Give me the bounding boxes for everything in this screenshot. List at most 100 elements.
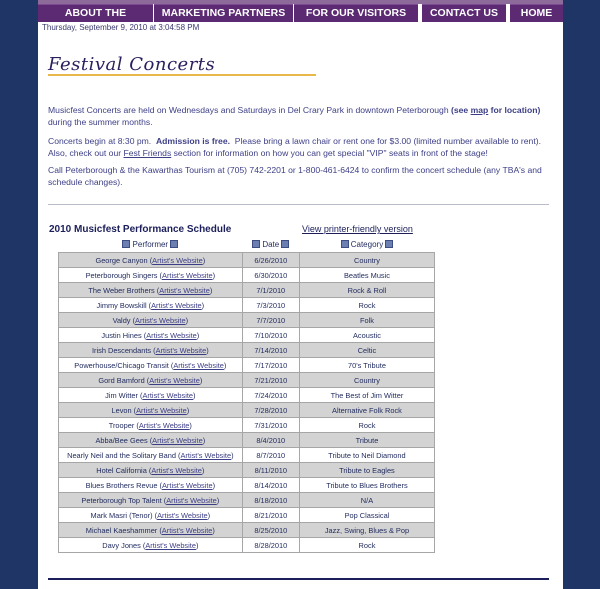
header-category-label: Category: [350, 239, 384, 249]
map-link[interactable]: map: [471, 105, 489, 115]
map-note-prefix: (see: [451, 105, 471, 115]
nav-marketing-partners[interactable]: MARKETING PARTNERS: [154, 4, 293, 22]
table-row: Davy Jones (Artist's Website) 8/28/2010 Ro…: [58, 537, 436, 553]
table-row: Levon (Artist's Website) 7/28/2010 Alterna…: [58, 402, 436, 418]
table-row: Peterborough Singers (Artist's Website) 6…: [58, 267, 436, 283]
nav-contact-us[interactable]: CONTACT US: [422, 4, 506, 22]
date-cell: 8/4/2010: [241, 432, 300, 448]
sort-up-icon[interactable]: [252, 240, 261, 249]
category-cell: Tribute: [298, 432, 436, 448]
table-row: Jimmy Bowskill (Artist's Website) 7/3/201…: [58, 297, 436, 313]
table-row: Mark Masri (Tenor) (Artist's Website) 8/2…: [58, 507, 436, 523]
artist-website-link[interactable]: Artist's Website: [181, 451, 232, 460]
table-row: Justin Hines (Artist's Website) 7/10/2010…: [58, 327, 436, 343]
performer-cell: Abba/Bee Gees (Artist's Website): [58, 432, 243, 448]
artist-website-link[interactable]: Artist's Website: [157, 511, 208, 520]
table-row: Trooper (Artist's Website) 7/31/2010 Rock: [58, 417, 436, 433]
date-cell: 8/28/2010: [241, 537, 300, 553]
intro-paragraph-3: Call Peterborough & the Kawarthas Touris…: [48, 164, 553, 188]
performer-cell: Davy Jones (Artist's Website): [58, 537, 243, 553]
intro-paragraph-1: Musicfest Concerts are held on Wednesday…: [48, 104, 553, 128]
artist-website-link[interactable]: Artist's Website: [142, 391, 193, 400]
category-cell: The Best of Jim Witter: [298, 387, 436, 403]
category-cell: Rock: [298, 297, 436, 313]
category-cell: Tribute to Neil Diamond: [298, 447, 436, 463]
performer-name: Nearly Neil and the Solitary Band: [67, 450, 176, 460]
category-cell: Beatles Music: [298, 267, 436, 283]
artist-website-link[interactable]: Artist's Website: [156, 346, 207, 355]
performer-name: Valdy: [112, 315, 131, 325]
table-row: Abba/Bee Gees (Artist's Website) 8/4/2010…: [58, 432, 436, 448]
date-cell: 8/25/2010: [241, 522, 300, 538]
artist-website-link[interactable]: Artist's Website: [151, 301, 202, 310]
map-note: (see map for location): [451, 105, 540, 115]
header-category[interactable]: Category: [299, 236, 435, 253]
date-cell: 7/14/2010: [241, 342, 300, 358]
artist-website-link[interactable]: Artist's Website: [166, 496, 217, 505]
table-row: Peterborough Top Talent (Artist's Websit…: [58, 492, 436, 508]
artist-website-link[interactable]: Artist's Website: [173, 361, 224, 370]
printer-friendly-link[interactable]: View printer-friendly version: [302, 224, 413, 234]
performer-name: Jimmy Bowskill: [96, 300, 147, 310]
artist-website-link[interactable]: Artist's Website: [146, 331, 197, 340]
performer-cell: Powerhouse/Chicago Transit (Artist's Web…: [58, 357, 243, 373]
performer-name: Hotel California: [96, 465, 147, 475]
artist-website-link[interactable]: Artist's Website: [135, 316, 186, 325]
page-content: ABOUT THE MUSICFEST MARKETING PARTNERS F…: [38, 0, 563, 589]
artist-website-link[interactable]: Artist's Website: [162, 481, 213, 490]
sort-up-icon[interactable]: [122, 240, 131, 249]
category-cell: Jazz, Swing, Blues & Pop: [298, 522, 436, 538]
header-date-label: Date: [262, 239, 280, 249]
nav-about[interactable]: ABOUT THE MUSICFEST: [38, 4, 153, 36]
artist-website-link[interactable]: Artist's Website: [145, 541, 196, 550]
table-row: George Canyon (Artist's Website) 6/26/201…: [58, 252, 436, 268]
nav-home[interactable]: HOME: [510, 4, 563, 22]
artist-website-link[interactable]: Artist's Website: [162, 271, 213, 280]
date-cell: 8/7/2010: [241, 447, 300, 463]
category-cell: 70's Tribute: [298, 357, 436, 373]
artist-website-link[interactable]: Artist's Website: [162, 526, 213, 535]
tourism-contact: Call Peterborough & the Kawarthas Touris…: [48, 165, 542, 187]
performer-cell: Hotel California (Artist's Website): [58, 462, 243, 478]
table-row: Gord Bamford (Artist's Website) 7/21/2010…: [58, 372, 436, 388]
artist-website-link[interactable]: Artist's Website: [139, 421, 190, 430]
performer-name: Gord Bamford: [98, 375, 145, 385]
nav-for-our-visitors[interactable]: FOR OUR VISITORS: [294, 4, 418, 22]
performer-name: Abba/Bee Gees: [95, 435, 148, 445]
artist-website-link[interactable]: Artist's Website: [151, 466, 202, 475]
category-cell: Tribute to Blues Brothers: [298, 477, 436, 493]
section-divider: [48, 204, 549, 205]
schedule-rows: George Canyon (Artist's Website) 6/26/201…: [58, 252, 436, 553]
artist-website-link[interactable]: Artist's Website: [149, 376, 200, 385]
category-cell: Country: [298, 372, 436, 388]
date-cell: 8/11/2010: [241, 462, 300, 478]
artist-website-link[interactable]: Artist's Website: [159, 286, 210, 295]
performer-cell: Irish Descendants (Artist's Website): [58, 342, 243, 358]
performer-cell: George Canyon (Artist's Website): [58, 252, 243, 268]
performer-name: Peterborough Top Talent: [81, 495, 162, 505]
artist-website-link[interactable]: Artist's Website: [152, 256, 203, 265]
date-cell: 7/31/2010: [241, 417, 300, 433]
sort-down-icon[interactable]: [281, 240, 290, 249]
category-cell: Alternative Folk Rock: [298, 402, 436, 418]
header-performer-label: Performer: [132, 239, 169, 249]
date-cell: 7/3/2010: [241, 297, 300, 313]
sort-down-icon[interactable]: [385, 240, 394, 249]
bottom-divider: [48, 578, 549, 580]
performer-name: Davy Jones: [102, 540, 141, 550]
artist-website-link[interactable]: Artist's Website: [152, 436, 203, 445]
fest-friends-link[interactable]: Fest Friends: [123, 148, 171, 158]
lawn-chair-note: Please bring a lawn chair or rent one fo…: [234, 136, 541, 146]
sort-up-icon[interactable]: [340, 240, 349, 249]
sort-down-icon[interactable]: [170, 240, 179, 249]
intro-text-2: during the summer months.: [48, 117, 153, 127]
performer-name: Peterborough Singers: [85, 270, 158, 280]
performer-name: The Weber Brothers: [88, 285, 155, 295]
timestamp: Thursday, September 9, 2010 at 3:04:58 P…: [42, 23, 200, 32]
artist-website-link[interactable]: Artist's Website: [136, 406, 187, 415]
category-cell: N/A: [298, 492, 436, 508]
performer-cell: The Weber Brothers (Artist's Website): [58, 282, 243, 298]
header-performer[interactable]: Performer: [58, 236, 243, 253]
header-date[interactable]: Date: [242, 236, 300, 253]
performer-name: Mark Masri (Tenor): [90, 510, 153, 520]
